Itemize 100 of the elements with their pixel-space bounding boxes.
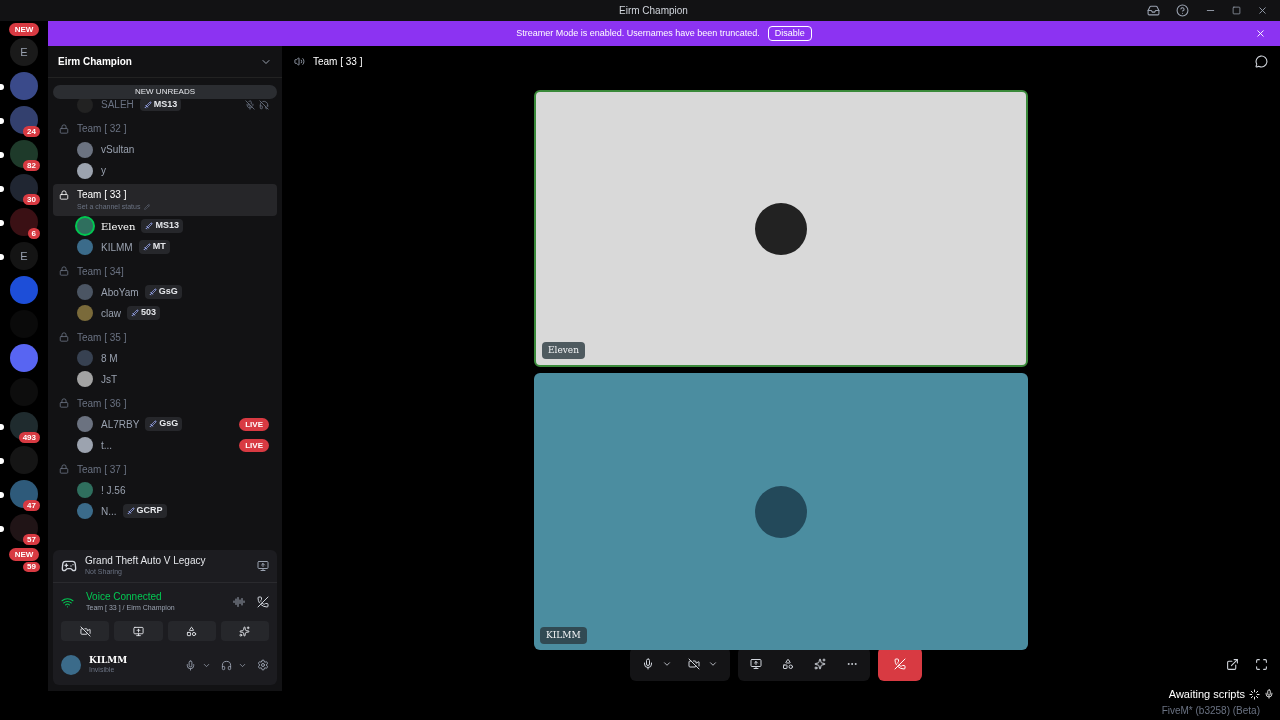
new-pill: NEW: [8, 548, 40, 561]
member-name: JsT: [101, 372, 118, 387]
hang-up-icon: [894, 658, 906, 670]
member-avatar: [77, 416, 93, 432]
camera-off-button[interactable]: [61, 621, 110, 641]
channel-name: Team [ 34]: [77, 264, 124, 279]
lock-icon: [59, 189, 69, 200]
tile-name: KILMM: [540, 627, 587, 644]
role-name: 503: [141, 306, 157, 320]
soundboard-icon[interactable]: [233, 596, 245, 608]
mention-badge: 6: [27, 228, 40, 239]
voice-member[interactable]: AL7RBY GsG LIVE: [53, 413, 277, 435]
member-name: t...: [101, 438, 113, 453]
voice-member[interactable]: Eleven MS13: [53, 215, 277, 237]
game-icon: [61, 558, 77, 574]
channel-name: Team [ 37 ]: [77, 462, 127, 477]
version-text: FiveM* (b3258) (Beta): [1161, 703, 1260, 718]
mention-badge: 47: [23, 500, 40, 511]
settings-icon[interactable]: [257, 659, 269, 671]
member-name: KILMM: [101, 240, 133, 255]
chevron-icon[interactable]: [708, 659, 718, 669]
share-screen-icon: [132, 625, 144, 637]
server-icon[interactable]: [10, 174, 38, 202]
sparkles-icon: [239, 625, 251, 637]
member-avatar: [77, 482, 93, 498]
server-icon[interactable]: E: [10, 242, 38, 270]
mic-icon[interactable]: [642, 658, 654, 670]
chat-icon[interactable]: [1255, 54, 1268, 68]
tile-avatar: [755, 202, 807, 255]
inbox-icon[interactable]: [1147, 4, 1160, 17]
sword-icon: [148, 288, 157, 296]
server-icon[interactable]: [10, 514, 38, 542]
voice-member[interactable]: claw 503: [53, 302, 277, 324]
share-screen-icon[interactable]: [257, 560, 269, 572]
server-icon[interactable]: E: [10, 38, 38, 66]
server-icon[interactable]: [10, 208, 38, 236]
role-name: GsG: [158, 285, 178, 299]
lock-icon: [59, 332, 69, 342]
voice-channel[interactable]: Team [ 36 ]: [53, 392, 277, 414]
effects-icon[interactable]: [814, 658, 826, 670]
server-name[interactable]: Eirm Champion: [58, 54, 132, 69]
voice-member[interactable]: KILMM MT: [53, 236, 277, 258]
voice-member[interactable]: 8 M: [53, 347, 277, 369]
voice-member[interactable]: AboYam GsG: [53, 281, 277, 303]
member-name: claw: [101, 306, 121, 321]
server-icon[interactable]: [10, 412, 38, 440]
voice-member[interactable]: JsT: [53, 368, 277, 390]
mic-icon: [1264, 689, 1274, 700]
activities-button[interactable]: [167, 621, 216, 641]
server-icon[interactable]: [10, 140, 38, 168]
share-screen-icon[interactable]: [750, 658, 762, 670]
server-icon[interactable]: [10, 480, 38, 508]
close-icon[interactable]: [1257, 5, 1268, 16]
lock-icon: [59, 398, 69, 408]
member-name: Eleven: [101, 219, 136, 234]
new-unreads-pill[interactable]: NEW UNREADS: [53, 85, 277, 99]
mention-badge: 57: [23, 534, 40, 545]
maximize-icon[interactable]: [1232, 6, 1241, 15]
role-name: MS13: [153, 97, 178, 111]
video-tile[interactable]: Eleven: [534, 90, 1028, 367]
activity-title: Grand Theft Auto V Legacy: [85, 555, 206, 568]
voice-member[interactable]: ! J.56: [53, 479, 277, 501]
voice-channel[interactable]: Team [ 32 ]: [53, 118, 277, 139]
voice-status[interactable]: Voice Connected: [86, 591, 175, 604]
voice-member[interactable]: vSultan: [53, 139, 277, 160]
pop-out-icon[interactable]: [1226, 658, 1239, 671]
chevron-icon[interactable]: [662, 659, 672, 669]
user-name: KILMM: [89, 655, 128, 667]
role-name: MT: [152, 240, 166, 254]
server-icon[interactable]: [10, 106, 38, 134]
voice-channel[interactable]: Team [ 35 ]: [53, 326, 277, 348]
member-avatar: [77, 437, 93, 453]
mention-badge: 24: [23, 126, 40, 137]
disconnect-icon[interactable]: [257, 596, 269, 608]
disable-button[interactable]: Disable: [767, 26, 812, 41]
banner-text: Streamer Mode is enabled. Usernames have been truncated.: [516, 26, 760, 40]
channel-name: Team [ 36 ]: [77, 396, 127, 411]
member-name: 8 M: [101, 351, 118, 366]
close-icon[interactable]: [1255, 28, 1266, 39]
call-channel-name: Team [ 33 ]: [313, 54, 363, 69]
member-avatar: [77, 503, 93, 519]
video-tile[interactable]: KILMM: [534, 373, 1028, 650]
mention-badge: 82: [23, 160, 40, 171]
share-screen-button[interactable]: [114, 621, 163, 641]
member-avatar: [77, 284, 93, 300]
effects-button[interactable]: [220, 621, 269, 641]
headphones-icon[interactable]: [221, 659, 232, 671]
camera-off-icon[interactable]: [688, 658, 700, 670]
help-icon[interactable]: [1176, 4, 1189, 17]
user-avatar[interactable]: [61, 655, 81, 675]
activities-icon[interactable]: [782, 658, 794, 670]
fullscreen-icon[interactable]: [1255, 658, 1268, 671]
voice-member[interactable]: y: [53, 160, 277, 181]
voice-member[interactable]: t... LIVE: [53, 434, 277, 456]
voice-channel[interactable]: Team [ 34]: [53, 260, 277, 282]
member-avatar: [77, 218, 93, 234]
voice-channel[interactable]: Team [ 37 ]: [53, 458, 277, 480]
voice-member[interactable]: N... GCRP: [53, 500, 277, 522]
member-name: vSultan: [101, 143, 135, 157]
lock-icon: [59, 464, 69, 474]
